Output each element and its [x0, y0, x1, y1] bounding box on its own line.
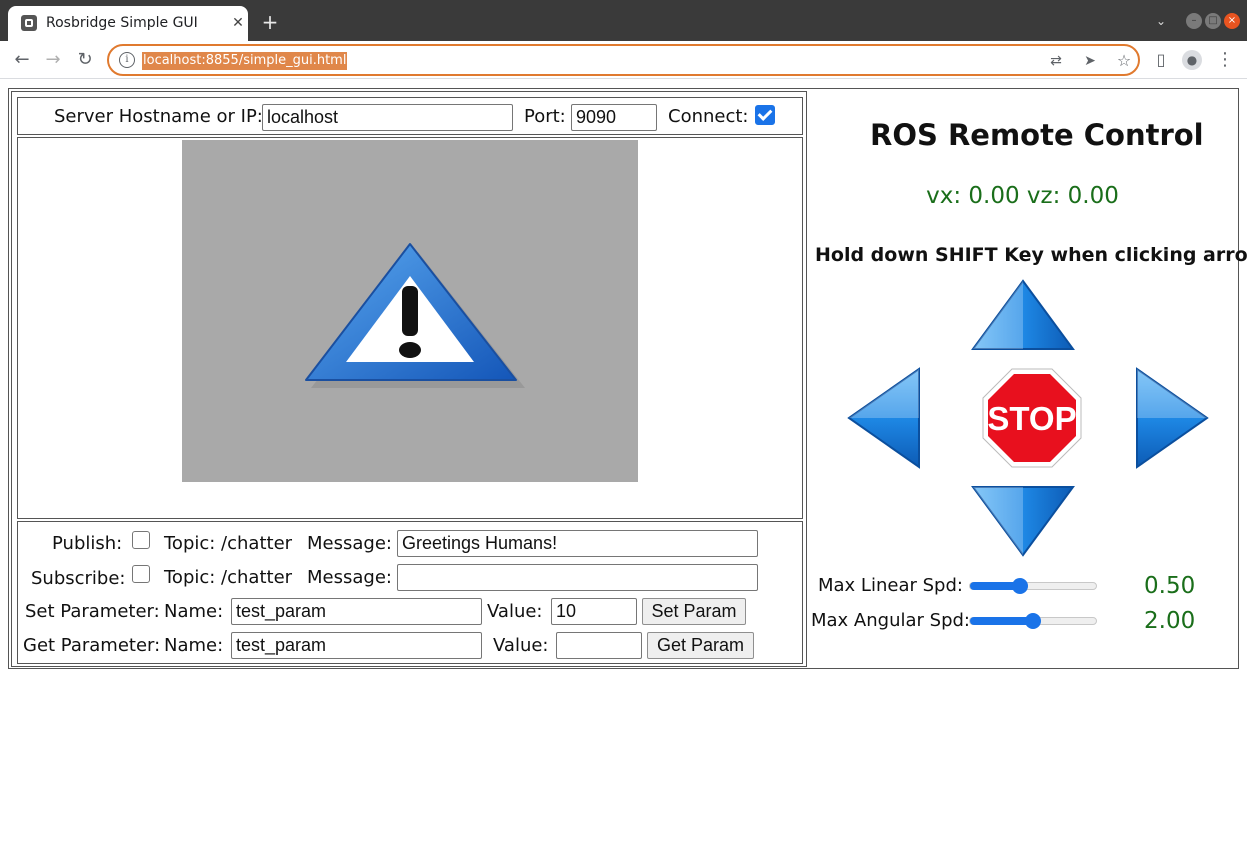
connect-checkbox[interactable]	[755, 105, 775, 125]
tab-close-icon[interactable]: ✕	[230, 15, 246, 31]
browser-tab[interactable]: Rosbridge Simple GUI ✕	[8, 6, 248, 41]
warning-triangle-icon	[305, 243, 525, 388]
get-param-name-input[interactable]: test_param	[231, 632, 482, 659]
publish-message-input[interactable]: Greetings Humans!	[397, 530, 758, 557]
publish-topic: Topic: /chatter	[164, 533, 293, 554]
video-cell	[17, 137, 803, 519]
publish-checkbox[interactable]	[132, 531, 150, 549]
right-arrow-icon[interactable]	[1133, 367, 1209, 469]
get-param-value-input[interactable]	[556, 632, 642, 659]
host-input[interactable]: localhost	[262, 104, 513, 131]
side-panel-icon[interactable]: ▯	[1151, 50, 1171, 70]
tab-title: Rosbridge Simple GUI	[46, 15, 198, 31]
set-param-value-label: Value:	[487, 601, 543, 622]
ros-favicon-icon	[21, 15, 37, 31]
get-param-label: Get Parameter:	[23, 635, 161, 656]
address-url[interactable]: localhost:8855/simple_gui.html	[142, 52, 348, 70]
get-param-name-label: Name:	[164, 635, 224, 656]
get-param-value-label: Value:	[493, 635, 549, 656]
max-linear-label: Max Linear Spd:	[818, 575, 963, 596]
subscribe-label: Subscribe:	[31, 568, 126, 589]
set-param-button[interactable]: Set Param	[642, 598, 746, 625]
subscribe-checkbox[interactable]	[132, 565, 150, 583]
browser-tabstrip: Rosbridge Simple GUI ✕ + ⌄ – □ ×	[0, 0, 1247, 41]
browser-toolbar: ← → ↻ i localhost:8855/simple_gui.html ⇄…	[0, 41, 1247, 79]
site-info-icon[interactable]: i	[119, 52, 135, 68]
left-panel: Server Hostname or IP: localhost Port: 9…	[11, 91, 807, 667]
window-close-icon[interactable]: ×	[1224, 13, 1240, 29]
set-param-label: Set Parameter:	[25, 601, 160, 622]
address-bar[interactable]: i localhost:8855/simple_gui.html ⇄ ➤ ☆	[107, 44, 1140, 76]
tab-search-chevron-icon[interactable]: ⌄	[1156, 14, 1170, 28]
max-linear-value: 0.50	[1144, 573, 1196, 599]
shift-key-hint: Hold down SHIFT Key when clicking arrows	[815, 244, 1247, 266]
connect-label: Connect:	[668, 106, 749, 127]
stop-sign-icon[interactable]: STOP	[981, 367, 1083, 469]
max-angular-slider[interactable]	[969, 613, 1097, 629]
velocity-readout: vx: 0.00 vz: 0.00	[926, 183, 1119, 209]
bookmark-star-icon[interactable]: ☆	[1115, 52, 1133, 70]
subscribe-message-label: Message:	[307, 567, 392, 588]
set-param-name-label: Name:	[164, 601, 224, 622]
port-label: Port:	[524, 106, 566, 127]
kebab-menu-icon[interactable]: ⋮	[1215, 50, 1235, 70]
translate-icon[interactable]: ⇄	[1047, 52, 1065, 70]
remote-control-title: ROS Remote Control	[870, 118, 1204, 152]
max-angular-value: 2.00	[1144, 608, 1196, 634]
connection-row: Server Hostname or IP: localhost Port: 9…	[17, 97, 803, 135]
publish-message-label: Message:	[307, 533, 392, 554]
host-label: Server Hostname or IP:	[54, 106, 263, 127]
back-arrow-icon[interactable]: ←	[12, 50, 32, 70]
max-angular-slider-fill	[970, 617, 1033, 625]
send-icon[interactable]: ➤	[1081, 52, 1099, 70]
subscribe-topic: Topic: /chatter	[164, 567, 293, 588]
max-linear-slider[interactable]	[969, 578, 1097, 594]
publish-label: Publish:	[52, 533, 123, 554]
new-tab-icon[interactable]: +	[259, 11, 281, 33]
get-param-button[interactable]: Get Param	[647, 632, 754, 659]
port-input[interactable]: 9090	[571, 104, 657, 131]
reload-icon[interactable]: ↻	[75, 50, 95, 70]
up-arrow-icon[interactable]	[971, 279, 1075, 353]
window-minimize-icon[interactable]: –	[1186, 13, 1202, 29]
max-angular-label: Max Angular Spd:	[811, 610, 970, 631]
pubsub-params-cell: Publish: Topic: /chatter Message: Greeti…	[17, 521, 803, 664]
profile-avatar-icon[interactable]: ●	[1182, 50, 1202, 70]
window-maximize-icon[interactable]: □	[1205, 13, 1221, 29]
down-arrow-icon[interactable]	[971, 483, 1075, 557]
stop-sign-label: STOP	[987, 400, 1076, 437]
forward-arrow-icon[interactable]: →	[43, 50, 63, 70]
max-angular-slider-thumb[interactable]	[1025, 613, 1041, 629]
left-arrow-icon[interactable]	[847, 367, 923, 469]
set-param-value-input[interactable]: 10	[551, 598, 637, 625]
video-stream-placeholder	[182, 140, 638, 482]
set-param-name-input[interactable]: test_param	[231, 598, 482, 625]
subscribe-message-input[interactable]	[397, 564, 758, 591]
